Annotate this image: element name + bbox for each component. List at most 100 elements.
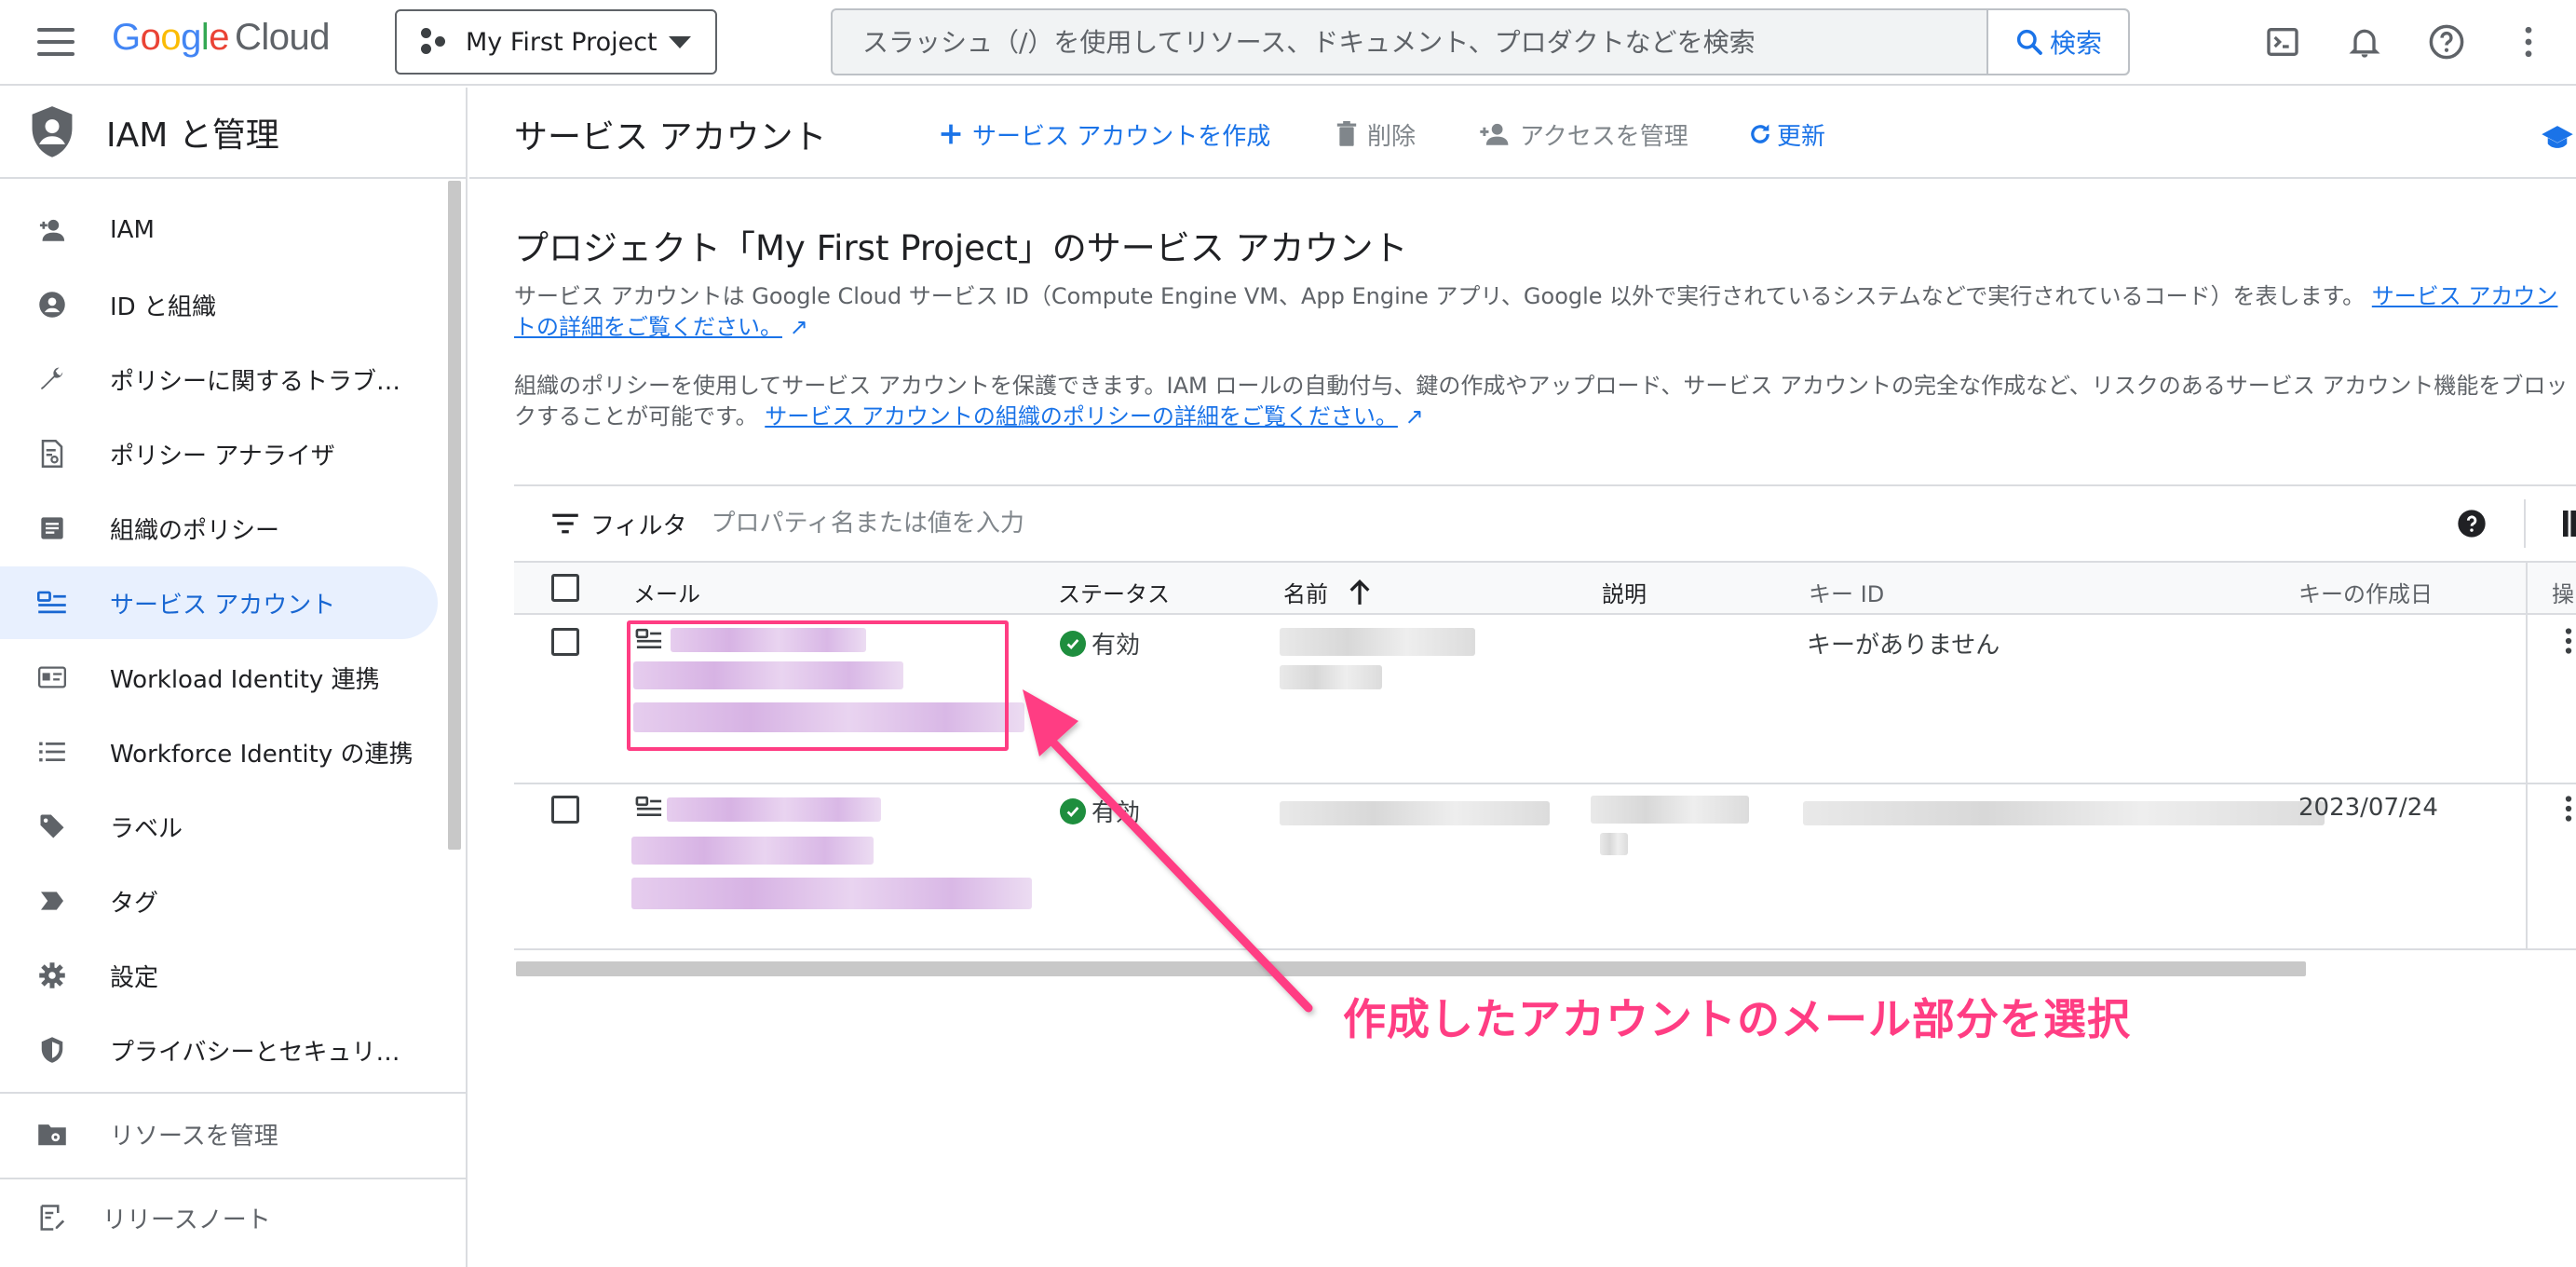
description-redacted: [1591, 796, 1749, 824]
column-header-description[interactable]: 説明: [1602, 576, 1647, 608]
column-header-status[interactable]: ステータス: [1058, 576, 1170, 608]
gear-icon: [35, 959, 69, 992]
article-icon: [35, 511, 69, 545]
sort-ascending-arrow-icon: [1349, 579, 1371, 611]
status-label: 有効: [1091, 632, 1141, 660]
check-circle-icon: [1060, 797, 1086, 824]
search-button[interactable]: 検索: [1986, 10, 2128, 74]
refresh-button[interactable]: 更新: [1747, 116, 1825, 153]
sidebar-item-settings[interactable]: 設定: [0, 939, 438, 1012]
notifications-bell-icon[interactable]: [2343, 20, 2386, 63]
manage-access-button[interactable]: アクセスを管理: [1479, 116, 1688, 153]
project-hub-icon: [421, 28, 449, 56]
status-cell: 有効: [1060, 794, 1140, 828]
iam-shield-icon: [32, 106, 73, 157]
key-id-redacted: [1803, 801, 2325, 825]
account-circle-icon: [35, 288, 69, 321]
sidebar-item-privacy-security[interactable]: プライバシーとセキュリ…: [0, 1014, 438, 1086]
tag-icon: [35, 810, 69, 843]
more-vert-icon[interactable]: [2507, 20, 2550, 63]
delete-label: 削除: [1367, 122, 1417, 151]
row-checkbox[interactable]: [551, 628, 579, 656]
folder-gear-icon: [35, 1117, 69, 1151]
description-paragraph-2: 組織のポリシーを使用してサービス アカウントを保護できます。IAM ロールの自動…: [514, 371, 2576, 432]
select-all-checkbox[interactable]: [551, 574, 579, 602]
sidebar-divider: [0, 1092, 466, 1094]
sidebar-item-label: ラベル: [110, 814, 183, 843]
email-link-redacted[interactable]: [631, 878, 1032, 909]
sidebar-item-label: リソースを管理: [110, 1122, 278, 1151]
service-account-icon: [635, 796, 663, 822]
service-account-icon: [35, 586, 69, 620]
table-header: メール ステータス 名前 説明 キー ID キーの作成日 操: [514, 563, 2576, 615]
logo-google-text: Google: [112, 17, 230, 58]
create-service-account-button[interactable]: サービス アカウントを作成: [939, 116, 1270, 153]
sidebar-item-release-notes[interactable]: リリースノート: [0, 1181, 438, 1254]
filter-bar: フィルタ: [514, 484, 2576, 563]
person-add-icon: [35, 213, 69, 247]
filter-input[interactable]: [711, 510, 1550, 538]
sidebar-item-workforce-identity[interactable]: Workforce Identity の連携: [0, 715, 438, 788]
sidebar-item-policy-troubleshooter[interactable]: ポリシーに関するトラブ…: [0, 343, 438, 416]
sidebar-item-label: 設定: [110, 963, 159, 992]
create-label: サービス アカウントを作成: [972, 122, 1271, 151]
wrench-icon: [35, 362, 69, 396]
sidebar-item-label: タグ: [110, 889, 159, 918]
page-header: サービス アカウント サービス アカウントを作成 削除 アクセスを管理 更新: [469, 88, 2576, 179]
table-horizontal-scrollbar[interactable]: [516, 961, 2306, 976]
table-help-icon[interactable]: [2457, 509, 2487, 538]
column-header-key-id[interactable]: キー ID: [1809, 576, 1884, 608]
column-header-name[interactable]: 名前: [1283, 576, 1371, 611]
person-add-icon: [1479, 121, 1511, 147]
sidebar-title: IAM と管理: [106, 116, 279, 155]
sidebar-item-manage-resources[interactable]: リソースを管理: [0, 1097, 438, 1170]
sidebar-item-labels[interactable]: ラベル: [0, 790, 438, 863]
row-actions-icon[interactable]: [2565, 628, 2572, 658]
column-header-key-created[interactable]: キーの作成日: [2298, 576, 2433, 608]
sidebar-item-policy-analyzer[interactable]: ポリシー アナライザ: [0, 417, 438, 490]
section-title: プロジェクト「My First Project」のサービス アカウント: [514, 228, 1408, 268]
trash-icon: [1335, 121, 1358, 147]
plus-icon: [939, 122, 963, 146]
external-link-icon: ↗: [789, 314, 808, 340]
search-button-label: 検索: [2049, 28, 2102, 59]
column-header-email[interactable]: メール: [633, 576, 700, 608]
sidebar-header: IAM と管理: [0, 88, 466, 179]
email-link-redacted[interactable]: [631, 837, 874, 865]
search-input[interactable]: [833, 10, 1986, 74]
learn-icon[interactable]: [2541, 119, 2574, 157]
sidebar-item-org-policies[interactable]: 組織のポリシー: [0, 492, 438, 565]
manage-access-label: アクセスを管理: [1520, 122, 1688, 151]
check-circle-icon: [1060, 630, 1086, 657]
sidebar-item-workload-identity[interactable]: Workload Identity 連携: [0, 641, 438, 714]
sidebar-item-service-accounts[interactable]: サービス アカウント: [0, 566, 438, 639]
sidebar-item-label: 組織のポリシー: [110, 516, 280, 545]
google-cloud-logo[interactable]: Google Cloud: [112, 17, 331, 59]
org-policy-details-link[interactable]: サービス アカウントの組織のポリシーの詳細をご覧ください。: [765, 403, 1398, 429]
main-menu-icon[interactable]: [37, 28, 75, 56]
filter-icon[interactable]: [551, 512, 579, 535]
chevron-tag-icon: [35, 884, 69, 918]
sticky-column-divider: [2526, 563, 2528, 950]
sidebar-scrollbar[interactable]: [448, 181, 461, 850]
row-checkbox[interactable]: [551, 796, 579, 824]
sidebar-item-identity-org[interactable]: ID と組織: [0, 268, 438, 341]
status-cell: 有効: [1060, 626, 1140, 661]
description-redacted: [1600, 833, 1628, 855]
email-link-redacted[interactable]: [667, 797, 881, 822]
sidebar-item-label: ポリシーに関するトラブ…: [110, 367, 401, 396]
name-redacted: [1280, 665, 1382, 689]
row-actions-icon[interactable]: [2565, 796, 2572, 825]
sidebar-item-iam[interactable]: IAM: [0, 194, 438, 266]
sidebar-item-label: リリースノート: [102, 1206, 271, 1234]
column-display-icon[interactable]: [2563, 511, 2576, 537]
sidebar-item-tags[interactable]: タグ: [0, 865, 438, 937]
table-row: 有効 2023/07/24: [514, 784, 2576, 950]
delete-button[interactable]: 削除: [1335, 116, 1416, 153]
cloud-shell-icon[interactable]: [2261, 20, 2304, 63]
project-picker-button[interactable]: My First Project: [395, 9, 717, 75]
sidebar-item-label: Workload Identity 連携: [110, 665, 380, 694]
name-redacted: [1280, 801, 1550, 825]
shield-icon: [35, 1033, 69, 1067]
help-icon[interactable]: [2425, 20, 2468, 63]
